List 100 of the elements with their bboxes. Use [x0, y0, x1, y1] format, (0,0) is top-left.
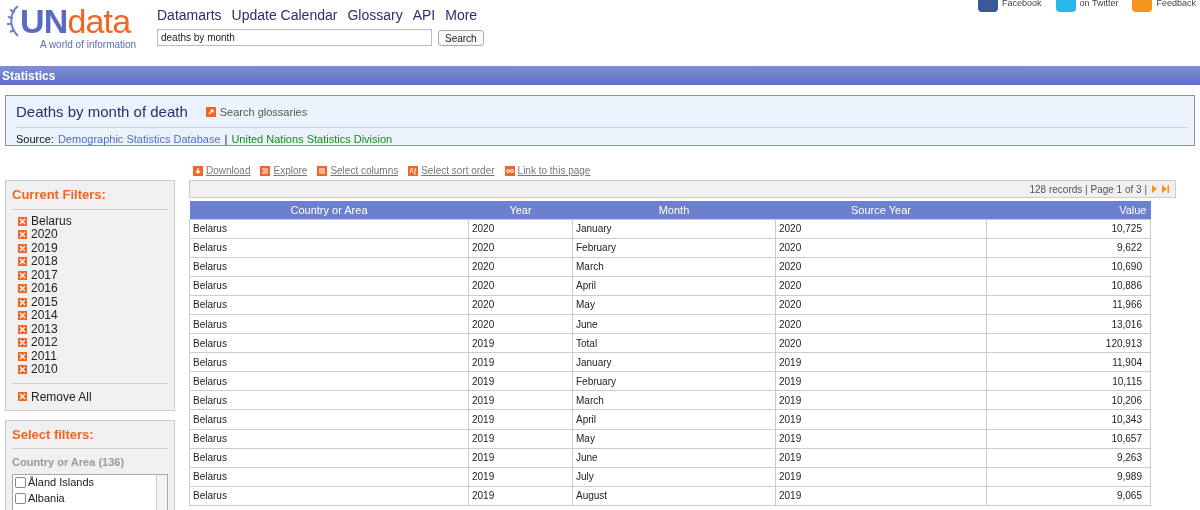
- table-cell: 9,622: [986, 238, 1151, 258]
- filter-label: 2015: [31, 295, 58, 309]
- option-label[interactable]: Åland Islands: [28, 474, 95, 491]
- source-label: Source:: [16, 131, 54, 147]
- table-cell: 2019: [468, 409, 573, 430]
- table-cell: April: [572, 276, 776, 296]
- table-cell: February: [572, 371, 776, 391]
- next-page-icon[interactable]: [1152, 185, 1157, 193]
- table-cell: 2020: [775, 333, 987, 353]
- nav-link[interactable]: Glossary: [347, 5, 403, 26]
- remove-icon[interactable]: [18, 284, 27, 294]
- table-cell: Total: [572, 333, 776, 353]
- table-cell: 2020: [468, 314, 573, 334]
- table-cell: 2020: [775, 295, 987, 315]
- table-cell: 10,115: [986, 371, 1151, 391]
- scrollbar[interactable]: [156, 474, 167, 510]
- table-cell: 10,343: [986, 409, 1151, 430]
- table-cell: 2020: [775, 219, 987, 239]
- table-cell: 2019: [468, 390, 573, 410]
- checkbox[interactable]: [15, 493, 26, 504]
- remove-icon[interactable]: [18, 270, 27, 280]
- last-page-icon[interactable]: [1162, 185, 1169, 193]
- toolbar-link[interactable]: Select sort order: [408, 163, 495, 178]
- search-glossaries-link[interactable]: Search glossaries: [205, 104, 308, 121]
- remove-icon[interactable]: [18, 324, 27, 334]
- nav-link[interactable]: More: [445, 5, 478, 26]
- filter-label: 2010: [31, 363, 58, 377]
- toolbar-link[interactable]: Select columns: [317, 163, 399, 178]
- column-header[interactable]: Value: [986, 201, 1151, 219]
- table-cell: 11,966: [986, 295, 1151, 315]
- table-cell: 2020: [775, 276, 987, 296]
- remove-icon[interactable]: [18, 392, 27, 401]
- table-cell: 2019: [775, 390, 987, 410]
- table-cell: Belarus: [189, 448, 469, 468]
- table-cell: 2020: [775, 314, 987, 334]
- table-cell: 2020: [775, 257, 987, 277]
- table-cell: Belarus: [189, 467, 469, 487]
- remove-icon[interactable]: [18, 216, 27, 226]
- toolbar-link[interactable]: Explore: [260, 163, 308, 178]
- table-cell: 2019: [468, 333, 573, 353]
- remove-icon[interactable]: [18, 230, 27, 240]
- column-header[interactable]: Source Year: [775, 201, 987, 219]
- table-cell: 2019: [775, 409, 987, 430]
- table-cell: August: [572, 486, 776, 506]
- checkbox[interactable]: [15, 477, 26, 488]
- remove-icon[interactable]: [18, 351, 27, 361]
- nav-link[interactable]: API: [412, 5, 436, 26]
- pager-summary: 128 records | Page 1 of 3 |: [1029, 182, 1147, 197]
- columns-icon: [317, 165, 328, 176]
- source-link[interactable]: Demographic Statistics Database: [57, 130, 221, 147]
- remove-icon[interactable]: [18, 311, 27, 321]
- social-link[interactable]: Feedback: [1156, 0, 1196, 8]
- table-cell: 2019: [775, 352, 987, 372]
- social-link[interactable]: on Twitter: [1079, 0, 1119, 8]
- table-cell: 2020: [468, 219, 573, 239]
- search-field[interactable]: deaths by month: [157, 29, 432, 46]
- panel-title: Current Filters:: [12, 185, 168, 210]
- table-cell: June: [572, 448, 776, 468]
- toolbar-link[interactable]: Download: [193, 163, 251, 178]
- table-cell: January: [572, 219, 776, 239]
- remove-icon[interactable]: [18, 257, 27, 267]
- table-cell: 2020: [775, 238, 987, 258]
- filter-label: 2017: [31, 268, 58, 282]
- column-header[interactable]: Country or Area: [189, 201, 469, 219]
- filter-label: 2019: [31, 241, 58, 255]
- table-cell: 2019: [468, 467, 573, 487]
- table-cell: March: [572, 257, 776, 277]
- table-cell: 13,016: [986, 314, 1151, 334]
- table-cell: Belarus: [189, 352, 469, 372]
- filter-group-title: Country or Area (136): [12, 455, 126, 470]
- column-header[interactable]: Month: [572, 201, 776, 219]
- remove-icon[interactable]: [18, 338, 27, 348]
- table-cell: 2019: [468, 448, 573, 468]
- column-header[interactable]: Year: [468, 201, 573, 219]
- nav-link[interactable]: Datamarts: [157, 5, 222, 26]
- table-cell: Belarus: [189, 219, 469, 239]
- table-cell: 10,206: [986, 390, 1151, 410]
- logo-text[interactable]: UNdata: [20, 4, 131, 38]
- laurel-icon: [6, 4, 20, 38]
- table-cell: 9,989: [986, 467, 1151, 487]
- filter-label: 2011: [31, 349, 57, 363]
- remove-icon[interactable]: [18, 365, 27, 375]
- nav-link[interactable]: Update Calendar: [231, 5, 338, 26]
- table-cell: Belarus: [189, 333, 469, 353]
- table-cell: April: [572, 409, 776, 430]
- remove-all-link[interactable]: Remove All: [31, 387, 92, 406]
- table-cell: 2019: [468, 429, 573, 449]
- table-cell: Belarus: [189, 238, 469, 258]
- table-cell: Belarus: [189, 371, 469, 391]
- toolbar-link[interactable]: Link to this page: [504, 163, 591, 178]
- filter-label: 2016: [31, 282, 58, 296]
- remove-icon[interactable]: [18, 297, 27, 307]
- option-label[interactable]: Albania: [28, 490, 65, 507]
- remove-icon[interactable]: [18, 243, 27, 253]
- filter-label: 2020: [31, 228, 58, 242]
- search-button[interactable]: Search: [438, 29, 484, 46]
- social-link[interactable]: Facebook: [1002, 0, 1042, 8]
- table-cell: Belarus: [189, 486, 469, 506]
- agency-link[interactable]: United Nations Statistics Division: [231, 130, 393, 147]
- table-cell: 2019: [775, 467, 987, 487]
